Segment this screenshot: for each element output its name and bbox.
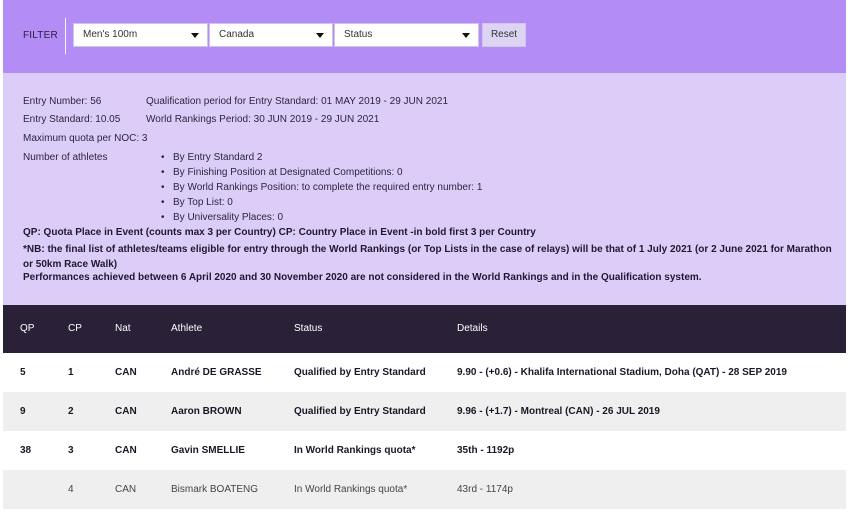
table-row: 4 CAN Bismark BOATENG In World Rankings … xyxy=(3,470,846,509)
cell-cp: 4 xyxy=(68,484,74,495)
header-cp: CP xyxy=(68,323,82,334)
chevron-down-icon xyxy=(462,33,470,38)
qualification-period: Qualification period for Entry Standard:… xyxy=(146,96,449,107)
header-details: Details xyxy=(457,323,488,334)
table-row: 38 3 CAN Gavin SMELLIE In World Rankings… xyxy=(3,431,846,470)
cell-status: Qualified by Entry Standard xyxy=(294,406,426,417)
header-nat: Nat xyxy=(115,323,131,334)
cell-nat: CAN xyxy=(115,406,137,417)
chevron-down-icon xyxy=(191,33,199,38)
reset-button[interactable]: Reset xyxy=(482,23,526,47)
event-select[interactable]: Men's 100m xyxy=(73,23,208,47)
cell-cp: 1 xyxy=(68,367,74,378)
cell-status: Qualified by Entry Standard xyxy=(294,367,426,378)
table-row: 5 1 CAN André DE GRASSE Qualified by Ent… xyxy=(3,353,846,392)
entry-standard: Entry Standard: 10.05 xyxy=(23,114,121,125)
filter-divider xyxy=(65,18,66,54)
cell-cp: 3 xyxy=(68,445,74,456)
list-item: By Entry Standard 2 xyxy=(161,150,482,165)
list-item: By Finishing Position at Designated Comp… xyxy=(161,165,482,180)
world-rankings-period: World Rankings Period: 30 JUN 2019 - 29 … xyxy=(146,114,380,125)
cell-nat: CAN xyxy=(115,367,137,378)
list-item: By Top List: 0 xyxy=(161,195,482,210)
entry-info-panel: Entry Number: 56 Qualification period fo… xyxy=(3,73,846,305)
cell-nat: CAN xyxy=(115,484,137,495)
header-status: Status xyxy=(294,323,323,334)
cell-status: In World Rankings quota* xyxy=(294,445,416,456)
cell-cp: 2 xyxy=(68,406,74,417)
cell-qp: 5 xyxy=(20,367,26,378)
header-qp: QP xyxy=(20,323,35,334)
list-item: By World Rankings Position: to complete … xyxy=(161,180,482,195)
athletes-breakdown-list: By Entry Standard 2 By Finishing Positio… xyxy=(161,150,482,225)
header-athlete: Athlete xyxy=(171,323,203,334)
list-item: By Universality Places: 0 xyxy=(161,210,482,225)
cell-qp: 38 xyxy=(20,445,32,456)
filter-bar: FILTER Men's 100m Canada Status Reset xyxy=(3,0,846,73)
cell-athlete: Bismark BOATENG xyxy=(171,484,259,495)
page: FILTER Men's 100m Canada Status Reset En… xyxy=(0,0,850,516)
performances-note: Performances achieved between 6 April 20… xyxy=(23,272,702,283)
table-row: 9 2 CAN Aaron BROWN Qualified by Entry S… xyxy=(3,392,846,431)
cell-status: In World Rankings quota* xyxy=(294,484,408,495)
nb-note: *NB: the final list of athletes/teams el… xyxy=(23,244,832,270)
chevron-down-icon xyxy=(316,33,324,38)
number-of-athletes-label: Number of athletes xyxy=(23,152,108,163)
table-header: QP CP Nat Athlete Status Details xyxy=(3,305,846,353)
legend-note: QP: Quota Place in Event (counts max 3 p… xyxy=(23,227,536,238)
entry-number: Entry Number: 56 xyxy=(23,96,102,107)
country-select[interactable]: Canada xyxy=(209,23,333,47)
cell-athlete: Aaron BROWN xyxy=(171,406,242,417)
cell-details: 35th - 1192p xyxy=(457,445,515,456)
cell-qp: 9 xyxy=(20,406,26,417)
status-select[interactable]: Status xyxy=(334,23,479,47)
max-quota: Maximum quota per NOC: 3 xyxy=(23,133,148,144)
event-select-value: Men's 100m xyxy=(83,29,138,40)
cell-details: 9.90 - (+0.6) - Khalifa International St… xyxy=(457,367,787,378)
cell-athlete: Gavin SMELLIE xyxy=(171,445,245,456)
status-select-value: Status xyxy=(344,29,373,40)
cell-details: 9.96 - (+1.7) - Montreal (CAN) - 26 JUL … xyxy=(457,406,660,417)
country-select-value: Canada xyxy=(219,29,255,40)
cell-details: 43rd - 1174p xyxy=(457,484,513,495)
cell-athlete: André DE GRASSE xyxy=(171,367,262,378)
cell-nat: CAN xyxy=(115,445,137,456)
filter-label: FILTER xyxy=(23,30,58,41)
